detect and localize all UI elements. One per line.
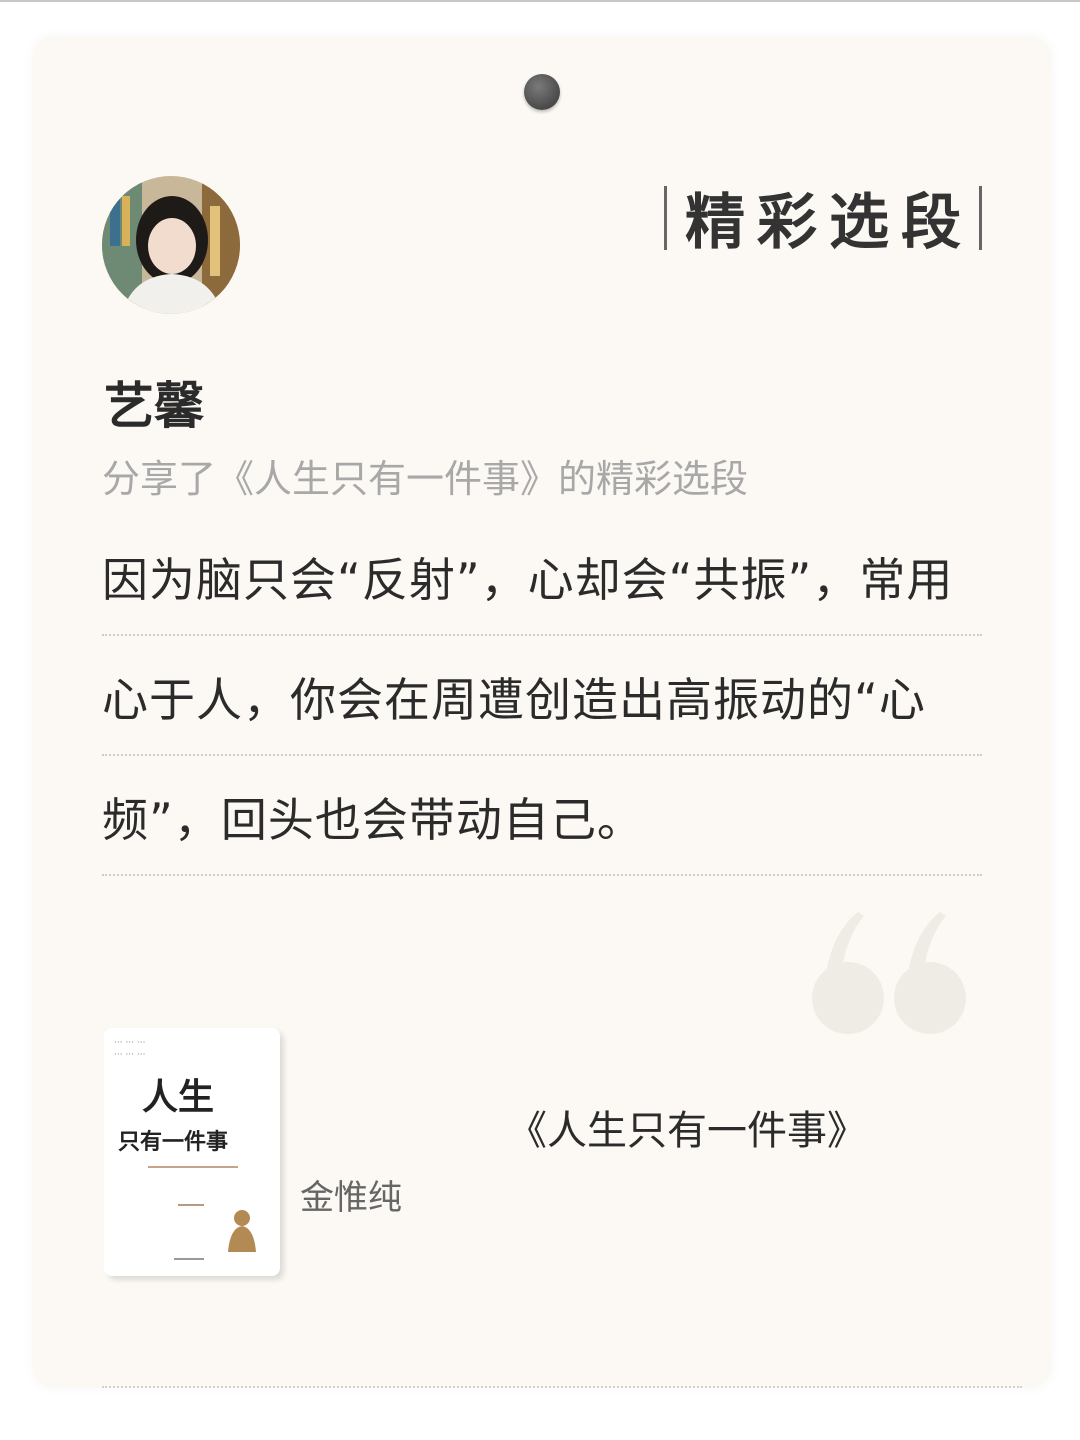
section-title: 精彩选段 bbox=[664, 174, 982, 261]
avatar-image bbox=[102, 176, 240, 314]
cover-decoration: ··· ··· ··· bbox=[114, 1038, 146, 1048]
book-author: 金惟纯 bbox=[300, 1178, 402, 1218]
excerpt-line: 因为脑只会“反射”，心却会“共振”，常用 bbox=[102, 516, 982, 636]
cover-decoration: ··· ··· ··· bbox=[114, 1050, 146, 1060]
excerpt-text: 因为脑只会“反射”，心却会“共振”，常用 心于人，你会在周遭创造出高振动的“心 … bbox=[102, 516, 982, 876]
excerpt-line: 心于人，你会在周遭创造出高振动的“心 bbox=[102, 636, 982, 756]
bottom-divider bbox=[102, 1386, 1022, 1388]
top-divider bbox=[0, 0, 1080, 2]
cover-title: 人生 bbox=[142, 1076, 215, 1118]
cover-publisher bbox=[174, 1258, 204, 1260]
avatar[interactable] bbox=[102, 176, 240, 314]
cover-subtitle: 只有一件事 bbox=[118, 1129, 229, 1155]
excerpt-card: 精彩选段 艺馨 分享了《人生只有一件事》的精彩选段 因为脑只会“反射”，心却会“… bbox=[32, 36, 1052, 1388]
book-cover[interactable]: ··· ··· ··· ··· ··· ··· 人生 只有一件事 bbox=[104, 1028, 280, 1276]
title-bar-right bbox=[979, 185, 982, 250]
book-title[interactable]: 《人生只有一件事》 bbox=[507, 1098, 867, 1156]
cover-author-mark bbox=[178, 1204, 204, 1206]
share-description: 分享了《人生只有一件事》的精彩选段 bbox=[102, 457, 749, 501]
section-title-text: 精彩选段 bbox=[685, 188, 973, 258]
quote-mark-icon bbox=[812, 912, 966, 1034]
user-name[interactable]: 艺馨 bbox=[104, 366, 204, 438]
title-bar-left bbox=[664, 185, 667, 250]
pin-icon bbox=[524, 74, 560, 110]
cover-tagline bbox=[148, 1166, 238, 1168]
excerpt-line: 频”，回头也会带动自己。 bbox=[102, 756, 982, 876]
cover-figure-icon bbox=[228, 1210, 256, 1252]
